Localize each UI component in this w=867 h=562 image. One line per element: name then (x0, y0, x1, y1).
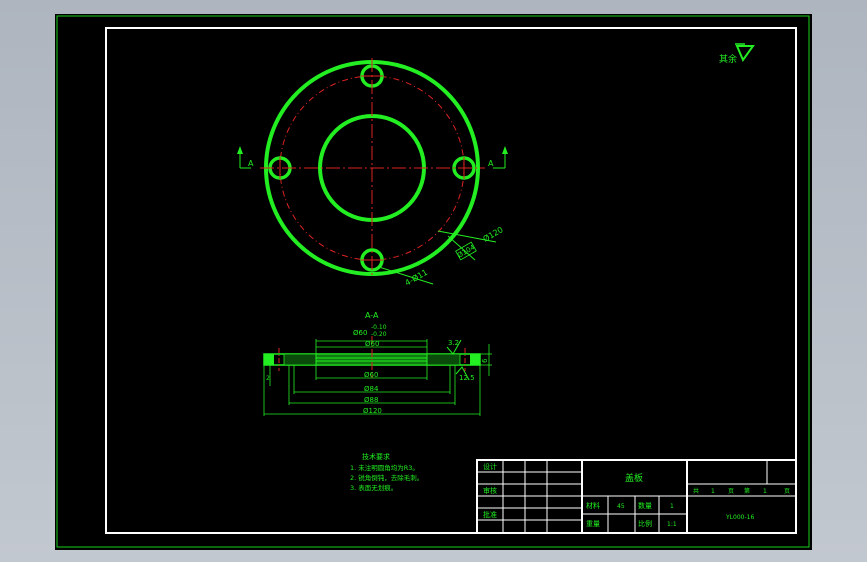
roughness-note: 其余 (719, 53, 737, 65)
hatch-left-outer (264, 354, 274, 365)
svg-text:Ø60: Ø60 (353, 329, 367, 337)
svg-text:Ø120: Ø120 (363, 407, 382, 415)
note-line: 1. 未注明圆角均为R3。 (350, 463, 419, 472)
svg-text:Ø60: Ø60 (364, 371, 378, 379)
svg-text:-0.10: -0.10 (371, 324, 387, 331)
note-line: 3. 表面无划痕。 (350, 483, 397, 492)
notes-title: 技术要求 (362, 452, 390, 461)
part-name: 盖板 (625, 472, 643, 484)
outer-frame (56, 15, 810, 548)
drawing-number: YL000-16 (725, 514, 754, 521)
svg-text:Ø88: Ø88 (364, 396, 378, 404)
sheets-total-label: 共 (693, 487, 699, 495)
page-label-2: 页 (784, 488, 790, 495)
svg-text:A: A (488, 159, 494, 168)
top-view: A A Ø120 Ø104 4-Ø11 (237, 58, 508, 288)
drawing-sheet: 其余 A A Ø120 Ø104 4-Ø11 A-A Ø60 -0.10 -0.… (55, 14, 812, 550)
qty-value: 1 (670, 503, 674, 510)
hatch-right-outer (470, 354, 480, 365)
roughness-32: 3.2 (446, 339, 462, 355)
svg-text:3.2: 3.2 (448, 339, 459, 347)
page-label: 页 (728, 488, 734, 495)
dim-thickness: 6 (480, 344, 492, 376)
sheet-no: 1 (763, 488, 767, 495)
roughness-symbol-general: 其余 (719, 43, 755, 65)
section-title: A-A (365, 311, 379, 320)
svg-text:Ø120: Ø120 (481, 224, 505, 243)
section-view: A-A Ø60 -0.10 -0.20 Ø60 Ø60 Ø84 Ø88 Ø120… (263, 311, 492, 416)
section-marker-left: A (237, 146, 254, 169)
title-block (476, 459, 797, 534)
svg-text:Ø84: Ø84 (364, 385, 379, 393)
scale-value: 1:1 (667, 521, 677, 528)
scale-label: 比例 (638, 519, 652, 528)
svg-text:12.5: 12.5 (459, 374, 475, 382)
inner-frame (105, 27, 797, 534)
technical-notes: 技术要求 1. 未注明圆角均为R3。 2. 锐角倒钝，去除毛刺。 3. 表面无划… (350, 452, 423, 492)
qty-label: 数量 (638, 501, 652, 510)
svg-text:A: A (248, 159, 254, 168)
svg-text:2: 2 (266, 375, 270, 382)
cad-drawing: 其余 A A Ø120 Ø104 4-Ø11 A-A Ø60 -0.10 -0.… (56, 15, 810, 548)
sheet-label: 第 (744, 487, 750, 495)
sheets-total: 1 (711, 488, 715, 495)
design-label: 设计 (483, 462, 497, 471)
section-marker-right: A (488, 146, 508, 169)
approve-label: 批准 (483, 510, 497, 519)
dim-step: 2 (266, 365, 271, 386)
material-label: 材料 (586, 501, 600, 510)
weight-label: 重量 (586, 520, 600, 528)
svg-text:Ø60: Ø60 (365, 340, 379, 348)
note-line: 2. 锐角倒钝，去除毛刺。 (350, 473, 423, 482)
review-label: 审核 (483, 486, 497, 495)
leader-d104: Ø104 (447, 235, 477, 261)
svg-text:6: 6 (481, 358, 489, 363)
hatch-left (283, 353, 317, 366)
hatch-right (426, 353, 461, 366)
svg-text:-0.20: -0.20 (371, 331, 387, 338)
material-value: 45 (617, 503, 625, 510)
